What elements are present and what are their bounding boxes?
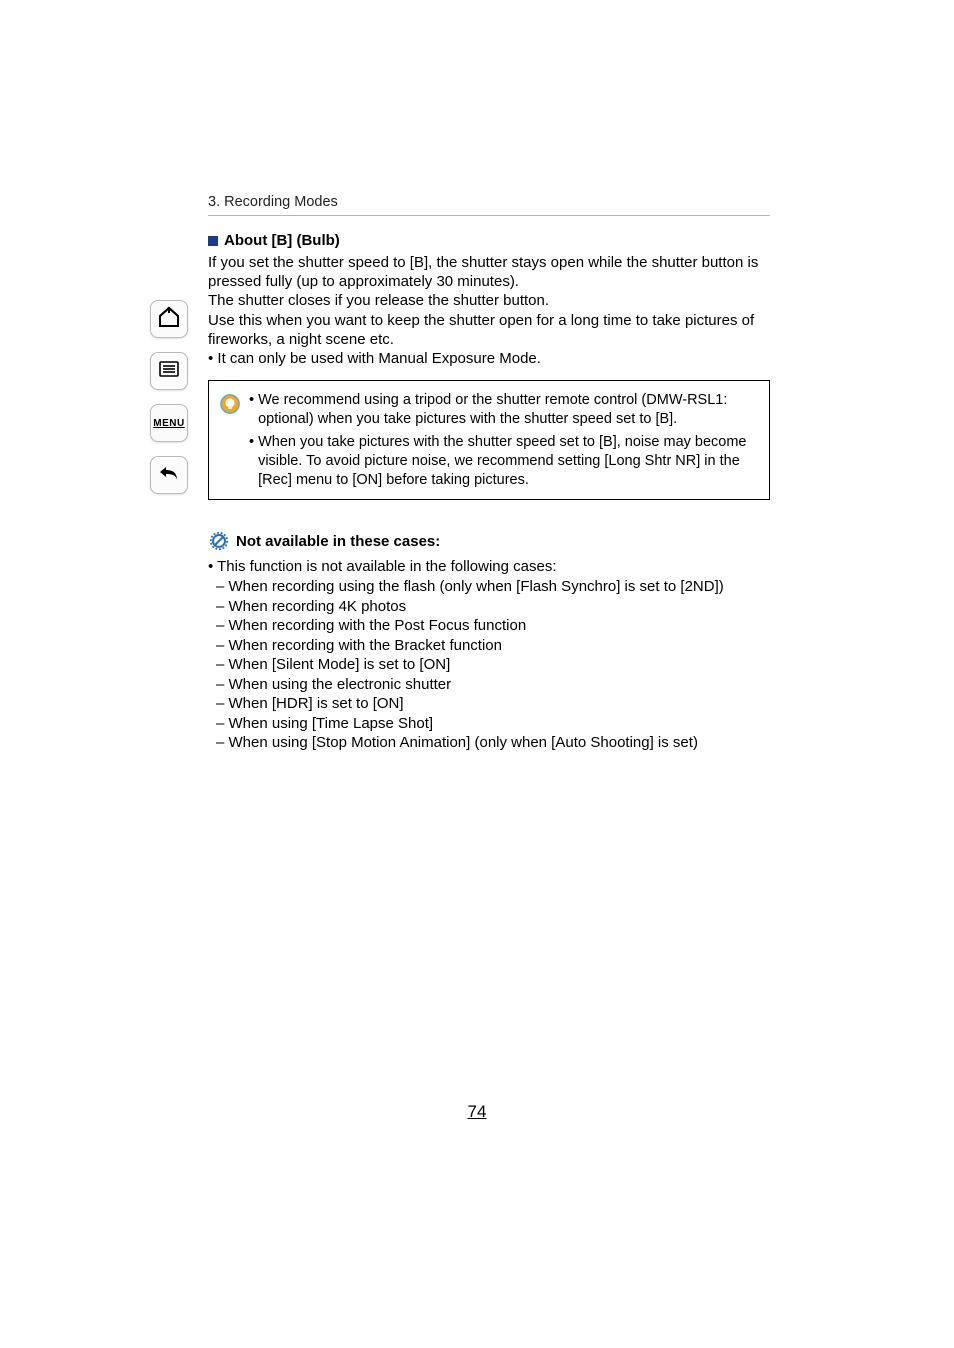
tip-item: • We recommend using a tripod or the shu… <box>249 391 757 429</box>
body-line: fireworks, a night scene etc. <box>208 330 770 349</box>
page-number: 74 <box>0 1102 954 1122</box>
not-available-title: Not available in these cases: <box>236 533 440 550</box>
menu-button[interactable]: MENU <box>150 404 188 442</box>
na-item: – When recording using the flash (only w… <box>208 577 770 597</box>
body-line: The shutter closes if you release the sh… <box>208 291 770 310</box>
bullet: • <box>249 391 254 429</box>
not-available-lead: • This function is not available in the … <box>208 558 770 575</box>
body-paragraph: If you set the shutter speed to [B], the… <box>208 253 770 368</box>
lightbulb-icon <box>219 393 241 415</box>
sidebar-nav: MENU <box>148 300 190 494</box>
tip-list: • We recommend using a tripod or the shu… <box>249 391 757 489</box>
section-rule <box>208 215 770 216</box>
section-label: 3. Recording Modes <box>208 194 770 212</box>
body-line: Use this when you want to keep the shutt… <box>208 311 770 330</box>
back-button[interactable] <box>150 456 188 494</box>
na-item: – When using the electronic shutter <box>208 675 770 695</box>
heading-row: About [B] (Bulb) <box>208 232 770 249</box>
home-icon <box>157 305 181 333</box>
na-item: – When using [Time Lapse Shot] <box>208 714 770 734</box>
na-item: – When recording 4K photos <box>208 597 770 617</box>
list-icon <box>157 357 181 385</box>
toc-button[interactable] <box>150 352 188 390</box>
heading-text: About [B] (Bulb) <box>224 232 340 249</box>
body-line: If you set the shutter speed to [B], the… <box>208 253 770 272</box>
na-item: – When recording with the Bracket functi… <box>208 636 770 656</box>
prohibited-icon <box>208 530 230 552</box>
menu-label: MENU <box>153 418 184 429</box>
na-item: – When [HDR] is set to [ON] <box>208 694 770 714</box>
tip-text: When you take pictures with the shutter … <box>258 433 757 490</box>
page-content: 3. Recording Modes About [B] (Bulb) If y… <box>208 194 770 753</box>
na-item: – When recording with the Post Focus fun… <box>208 616 770 636</box>
body-line: • It can only be used with Manual Exposu… <box>208 349 770 368</box>
body-line: pressed fully (up to approximately 30 mi… <box>208 272 770 291</box>
square-bullet-icon <box>208 236 218 246</box>
not-available-section: Not available in these cases: • This fun… <box>208 530 770 753</box>
na-item: – When using [Stop Motion Animation] (on… <box>208 733 770 753</box>
na-item: – When [Silent Mode] is set to [ON] <box>208 655 770 675</box>
back-arrow-icon <box>157 461 181 489</box>
tip-text: We recommend using a tripod or the shutt… <box>258 391 757 429</box>
bullet: • <box>249 433 254 490</box>
home-button[interactable] <box>150 300 188 338</box>
tip-box: • We recommend using a tripod or the shu… <box>208 380 770 500</box>
not-available-list: – When recording using the flash (only w… <box>208 577 770 753</box>
not-available-header: Not available in these cases: <box>208 530 770 552</box>
tip-item: • When you take pictures with the shutte… <box>249 433 757 490</box>
